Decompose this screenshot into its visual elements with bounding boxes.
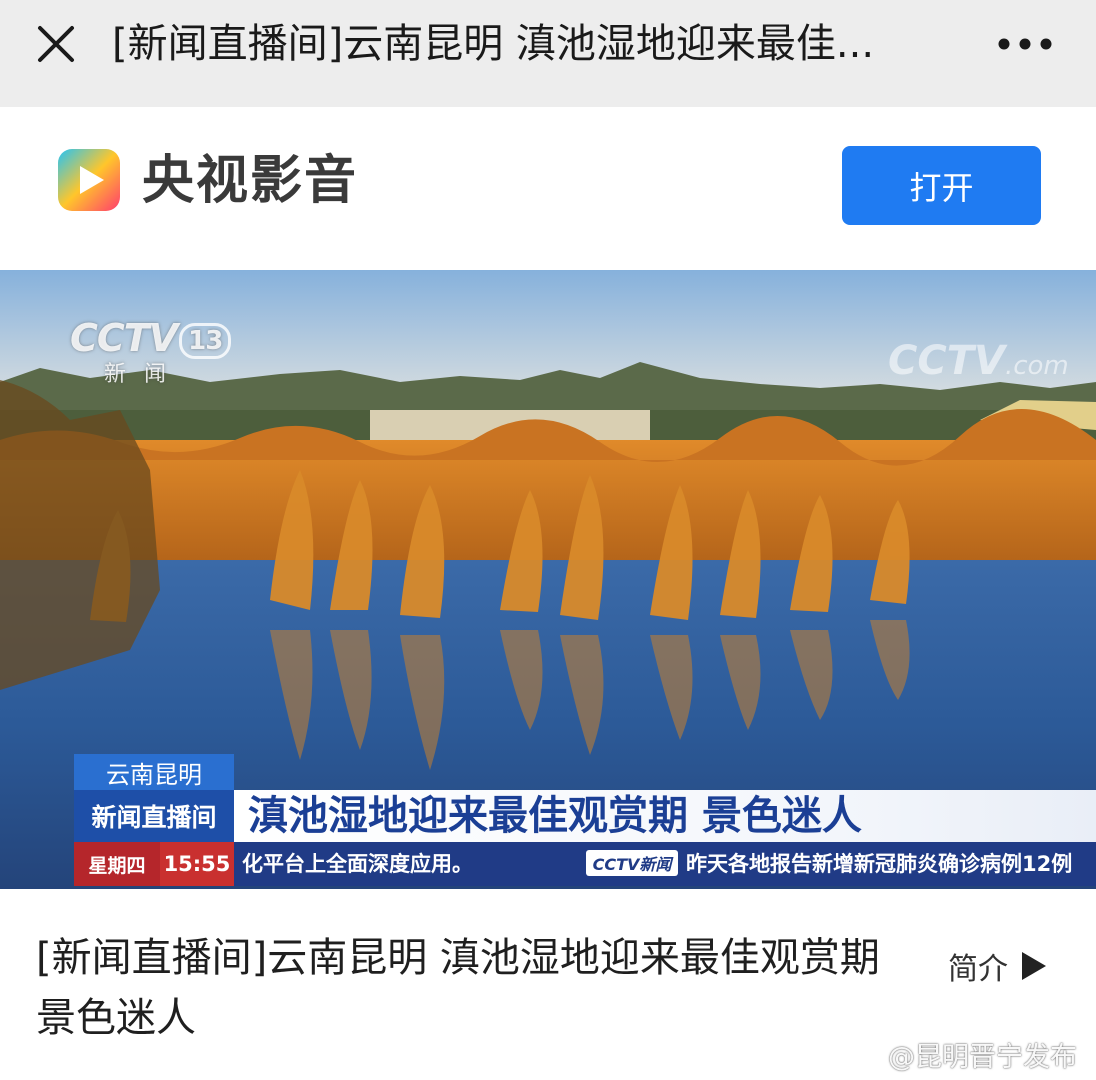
play-arrow-icon bbox=[1022, 952, 1046, 980]
caption-program: 新闻直播间 bbox=[74, 790, 234, 842]
intro-label: 简介 bbox=[948, 952, 1008, 987]
caption-headline: 滇池湿地迎来最佳观赏期 景色迷人 bbox=[248, 793, 862, 839]
video-player[interactable]: CCTV 13 新闻 CCTV.com 云南昆明 新闻直播间 滇池湿地迎来最佳观赏… bbox=[0, 270, 1096, 889]
page-title: [新闻直播间]云南昆明 滇池湿地迎来最佳... bbox=[112, 21, 875, 67]
caption-time: 15:55 bbox=[160, 842, 234, 886]
top-nav-bar: [新闻直播间]云南昆明 滇池湿地迎来最佳... bbox=[0, 0, 1096, 107]
weibo-watermark: @昆明晋宁发布 bbox=[840, 1034, 1077, 1074]
caption-location: 云南昆明 bbox=[74, 754, 234, 790]
channel-logo: CCTV 13 bbox=[70, 316, 232, 360]
ticker-text-right: 昨天各地报告新增新冠肺炎确诊病例12例 bbox=[686, 852, 1073, 876]
cctv-watermark: CCTV.com bbox=[888, 338, 1069, 384]
intro-button[interactable]: 简介 bbox=[948, 944, 1046, 988]
open-app-button[interactable]: 打开 bbox=[842, 146, 1041, 225]
ticker-text-left: 化平台上全面深度应用。 bbox=[242, 852, 473, 876]
app-name: 央视影音 bbox=[142, 151, 359, 211]
video-title: [新闻直播间]云南昆明 滇池湿地迎来最佳观赏期 景色迷人 bbox=[36, 935, 880, 1041]
weibo-eye-icon bbox=[841, 1040, 883, 1069]
ticker-logo: CCTV新闻 bbox=[586, 850, 678, 876]
app-banner: 央视影音 打开 bbox=[0, 107, 1096, 270]
more-icon[interactable] bbox=[996, 30, 1054, 58]
channel-sub-label: 新闻 bbox=[104, 362, 185, 387]
caption-day: 星期四 bbox=[74, 842, 160, 886]
app-logo-icon bbox=[58, 149, 120, 211]
close-icon[interactable] bbox=[34, 22, 78, 66]
